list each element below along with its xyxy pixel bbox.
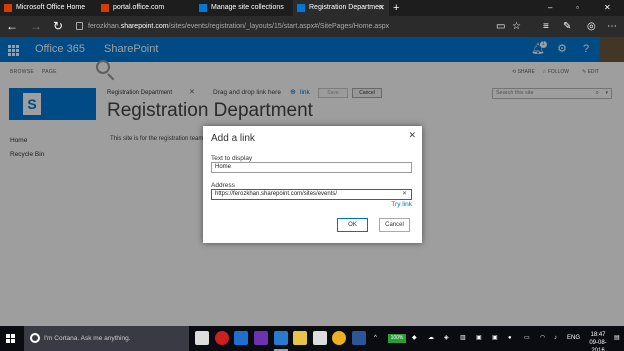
clear-icon[interactable]: ✕: [402, 190, 407, 199]
office-icon: [4, 4, 12, 12]
url-path: /sites/events/registration/_layouts/15/s…: [168, 23, 390, 30]
close-window-button[interactable]: ✕: [604, 0, 611, 16]
taskbar: I'm Cortana. Ask me anything. ^ 100% ◆ ☁…: [0, 326, 624, 351]
sharepoint-icon: [297, 4, 305, 12]
onedrive-icon[interactable]: ☁: [428, 326, 434, 351]
dialog-title: Add a link: [211, 133, 255, 144]
ok-button[interactable]: OK: [337, 218, 368, 232]
browser-tab-bar: Microsoft Office Home portal.office.com …: [0, 0, 624, 16]
file-explorer-icon[interactable]: [293, 331, 307, 345]
close-icon[interactable]: ✕: [378, 0, 385, 16]
tab-label: Manage site collections: [211, 4, 284, 11]
app-tray-icon[interactable]: ▣: [476, 326, 482, 351]
add-link-dialog: Add a link ✕ Text to display Home Addres…: [203, 126, 422, 243]
cortana-search-box[interactable]: I'm Cortana. Ask me anything.: [24, 326, 189, 351]
tab-registration-department[interactable]: Registration Departmen ✕: [293, 0, 389, 16]
visual-studio-icon[interactable]: [254, 331, 268, 345]
forward-arrow-icon[interactable]: →: [30, 16, 42, 37]
display-text-value: Home: [215, 164, 232, 170]
address-value: https://ferozkhan.sharepoint.com/sites/e…: [215, 191, 338, 197]
clock-date: 09-08-2016: [589, 340, 607, 351]
address-label: Address: [211, 182, 235, 189]
clock-time: 18:47: [590, 332, 606, 338]
edge-icon[interactable]: [274, 331, 288, 345]
tab-label: portal.office.com: [113, 4, 165, 11]
language-indicator[interactable]: ENG: [567, 326, 580, 351]
office-icon[interactable]: [234, 331, 248, 345]
chrome-icon[interactable]: [332, 331, 346, 345]
battery-indicator[interactable]: 100%: [388, 334, 406, 343]
office-icon: [101, 4, 109, 12]
tray-chevron-icon[interactable]: ^: [374, 326, 377, 351]
tab-manage-site-collections[interactable]: Manage site collections: [195, 0, 293, 16]
hub-icon[interactable]: ≡: [543, 16, 549, 37]
app-tray-icon[interactable]: ●: [508, 326, 512, 351]
notification-center-icon[interactable]: ▤: [614, 326, 620, 351]
volume-icon[interactable]: ♪: [554, 326, 557, 351]
url-domain: sharepoint.com: [120, 23, 169, 30]
close-icon[interactable]: ✕: [408, 130, 416, 141]
lock-icon: [76, 22, 83, 30]
clock[interactable]: 18:47 09-08-2016: [586, 331, 610, 351]
web-note-icon[interactable]: ✎: [563, 16, 571, 37]
tab-label: Registration Departmen: [309, 4, 383, 11]
try-link[interactable]: Try link: [391, 201, 412, 208]
tab-label: Microsoft Office Home: [16, 4, 86, 11]
new-tab-button[interactable]: +: [393, 0, 399, 16]
wifi-icon[interactable]: ◠: [540, 326, 545, 351]
maximize-button[interactable]: ▫: [576, 0, 579, 16]
windows-start-icon[interactable]: [0, 326, 22, 351]
store-icon[interactable]: [313, 331, 327, 345]
more-icon[interactable]: ⋯: [607, 16, 617, 37]
opera-icon[interactable]: [215, 331, 229, 345]
sharepoint-icon: [199, 4, 207, 12]
dropbox-icon[interactable]: ◆: [412, 326, 417, 351]
display-text-field[interactable]: Home: [211, 162, 412, 173]
cortana-placeholder: I'm Cortana. Ask me anything.: [44, 335, 131, 342]
address-bar: ← → ↻ ferozkhan.sharepoint.com/sites/eve…: [0, 16, 624, 37]
mail-icon[interactable]: [195, 331, 209, 345]
battery-icon[interactable]: ▭: [524, 326, 530, 351]
minimize-button[interactable]: –: [548, 0, 552, 16]
network-icon[interactable]: ▥: [460, 326, 466, 351]
security-icon[interactable]: ◈: [444, 326, 449, 351]
refresh-icon[interactable]: ↻: [53, 16, 63, 37]
tab-portal[interactable]: portal.office.com: [97, 0, 195, 16]
back-arrow-icon[interactable]: ←: [6, 16, 18, 37]
reading-view-icon[interactable]: ▭: [496, 16, 505, 37]
url-prefix: ferozkhan.: [88, 23, 121, 30]
word-icon[interactable]: [352, 331, 366, 345]
cortana-icon: [30, 333, 40, 343]
display-text-label: Text to display: [211, 155, 253, 162]
url-field[interactable]: ferozkhan.sharepoint.com/sites/events/re…: [88, 16, 389, 37]
favorite-star-icon[interactable]: ☆: [512, 16, 521, 37]
address-field[interactable]: https://ferozkhan.sharepoint.com/sites/e…: [211, 189, 412, 200]
tab-office-home[interactable]: Microsoft Office Home: [0, 0, 97, 16]
share-icon[interactable]: ◎: [587, 16, 596, 37]
dialog-cancel-button[interactable]: Cancel: [379, 218, 410, 232]
app-tray-icon[interactable]: ▣: [492, 326, 498, 351]
